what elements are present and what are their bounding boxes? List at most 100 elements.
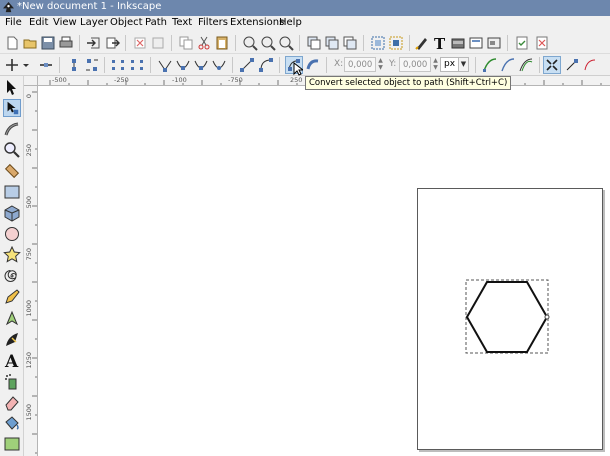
- toolbar-separator: [232, 57, 233, 73]
- y-coordinate-input[interactable]: 0,000: [399, 57, 431, 72]
- delete-node-icon[interactable]: [38, 57, 54, 73]
- toolbar-separator: [475, 57, 476, 73]
- x-coordinate-input[interactable]: 0,000: [344, 57, 376, 72]
- auto-smooth-node-icon[interactable]: [211, 57, 227, 73]
- ruler-label: -500: [52, 76, 67, 84]
- tweak-tool-icon[interactable]: [3, 120, 21, 138]
- menu-extensions[interactable]: Extensions: [230, 17, 284, 28]
- preferences-icon[interactable]: [534, 35, 550, 51]
- menu-layer[interactable]: Layer: [80, 17, 108, 28]
- undo-icon[interactable]: [132, 35, 148, 51]
- insert-node-icon[interactable]: [4, 57, 20, 73]
- svg-text:T: T: [434, 35, 446, 51]
- layers-icon[interactable]: [450, 35, 466, 51]
- measure-tool-icon[interactable]: [3, 162, 21, 180]
- node-tool-icon[interactable]: [3, 99, 21, 117]
- document-properties-icon[interactable]: [514, 35, 530, 51]
- chevron-down-icon[interactable]: ▼: [458, 57, 469, 72]
- gradient-tool-icon[interactable]: [3, 435, 21, 453]
- cut-icon[interactable]: [196, 35, 212, 51]
- zoom-selection-icon[interactable]: [242, 35, 258, 51]
- y-label: Y:: [389, 59, 397, 69]
- hexagon-shape[interactable]: [465, 281, 549, 353]
- copy-icon[interactable]: [178, 35, 194, 51]
- smooth-node-icon[interactable]: [175, 57, 191, 73]
- break-path-icon[interactable]: [84, 57, 100, 73]
- open-folder-icon[interactable]: [22, 35, 38, 51]
- zoom-tool-icon[interactable]: [3, 141, 21, 159]
- menu-view[interactable]: View: [53, 17, 77, 28]
- join-segment-icon[interactable]: [110, 57, 126, 73]
- print-icon[interactable]: [58, 35, 74, 51]
- ruler-label: 750: [25, 248, 33, 261]
- eraser-tool-icon[interactable]: [3, 393, 21, 411]
- 3d-box-tool-icon[interactable]: [3, 204, 21, 222]
- rotation-center-handle[interactable]: [544, 314, 550, 320]
- rectangle-tool-icon[interactable]: [3, 183, 21, 201]
- drawing-canvas[interactable]: [38, 86, 610, 456]
- paste-icon[interactable]: [214, 35, 230, 51]
- ungroup-icon[interactable]: [388, 35, 404, 51]
- ruler-corner: [24, 76, 38, 86]
- menu-object[interactable]: Object: [110, 17, 143, 28]
- new-document-icon[interactable]: [4, 35, 20, 51]
- spiral-tool-icon[interactable]: [3, 267, 21, 285]
- paint-bucket-tool-icon[interactable]: [3, 414, 21, 432]
- duplicate-icon[interactable]: [306, 35, 322, 51]
- group-icon[interactable]: [370, 35, 386, 51]
- selector-tool-icon[interactable]: [3, 78, 21, 96]
- zoom-drawing-icon[interactable]: [260, 35, 276, 51]
- import-icon[interactable]: [86, 35, 102, 51]
- mask-edit-icon[interactable]: [518, 57, 534, 73]
- xml-editor-icon[interactable]: [468, 35, 484, 51]
- transform-handles-button[interactable]: [543, 56, 561, 74]
- toolbar-separator: [79, 35, 80, 51]
- segment-curve-icon[interactable]: [258, 57, 274, 73]
- x-spin-button[interactable]: ▲ ▼: [377, 57, 384, 72]
- clippath-edit-icon[interactable]: [500, 57, 516, 73]
- pencil-tool-icon[interactable]: [3, 288, 21, 306]
- save-icon[interactable]: [40, 35, 56, 51]
- star-tool-icon[interactable]: [3, 246, 21, 264]
- text-tool-icon[interactable]: A: [3, 351, 21, 369]
- ruler-label: -750: [228, 76, 243, 84]
- svg-text:A: A: [4, 352, 19, 369]
- show-handles-icon[interactable]: [564, 57, 580, 73]
- menu-filters[interactable]: Filters: [198, 17, 228, 28]
- inkscape-logo-icon: [3, 2, 14, 13]
- segment-line-icon[interactable]: [239, 57, 255, 73]
- pen-tool-icon[interactable]: [3, 309, 21, 327]
- fill-stroke-icon[interactable]: [414, 35, 430, 51]
- menu-path[interactable]: Path: [145, 17, 167, 28]
- spray-tool-icon[interactable]: [3, 372, 21, 390]
- y-spin-button[interactable]: ▲ ▼: [432, 57, 439, 72]
- menu-bar: File Edit View Layer Object Path Text Fi…: [0, 16, 610, 32]
- join-nodes-icon[interactable]: [66, 57, 82, 73]
- menu-file[interactable]: File: [5, 17, 22, 28]
- menu-text[interactable]: Text: [172, 17, 192, 28]
- text-font-icon[interactable]: T: [432, 35, 448, 51]
- redo-icon[interactable]: [150, 35, 166, 51]
- next-path-effect-icon[interactable]: [482, 57, 498, 73]
- zoom-page-icon[interactable]: [278, 35, 294, 51]
- clone-icon[interactable]: [324, 35, 340, 51]
- title-bar: *New document 1 - Inkscape: [0, 0, 610, 16]
- mouse-cursor-icon: [293, 61, 305, 76]
- chevron-down-icon[interactable]: [21, 57, 31, 73]
- vertical-ruler[interactable]: 0 250 500 750 1000 1250 1500: [24, 86, 38, 456]
- menu-help[interactable]: Help: [279, 17, 302, 28]
- show-outline-icon[interactable]: [582, 57, 598, 73]
- delete-segment-icon[interactable]: [129, 57, 145, 73]
- ruler-label: 1250: [25, 352, 33, 369]
- calligraphy-tool-icon[interactable]: [3, 330, 21, 348]
- ruler-label: 1500: [25, 404, 33, 421]
- unlink-clone-icon[interactable]: [342, 35, 358, 51]
- menu-edit[interactable]: Edit: [29, 17, 48, 28]
- ellipse-tool-icon[interactable]: [3, 225, 21, 243]
- cusp-node-icon[interactable]: [157, 57, 173, 73]
- toolbar-separator: [104, 57, 105, 73]
- stroke-to-path-icon[interactable]: [305, 57, 321, 73]
- symmetric-node-icon[interactable]: [193, 57, 209, 73]
- export-icon[interactable]: [104, 35, 120, 51]
- align-distribute-icon[interactable]: [486, 35, 502, 51]
